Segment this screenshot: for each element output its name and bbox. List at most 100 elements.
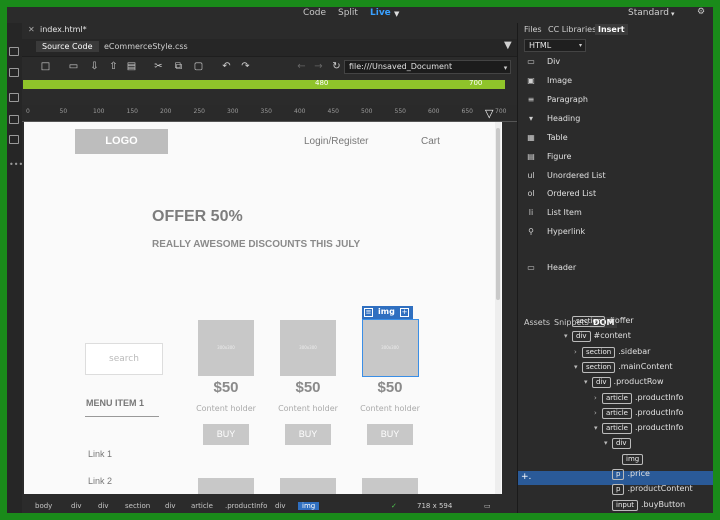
dom-node[interactable]: img bbox=[614, 453, 646, 465]
insert-item-image[interactable]: ▣ Image bbox=[524, 76, 572, 85]
download-icon[interactable]: ⇩ bbox=[89, 62, 100, 72]
insert-item-figure[interactable]: ▤ Figure bbox=[524, 152, 571, 161]
buy-button[interactable]: BUY bbox=[285, 424, 331, 445]
dom-node[interactable]: › article .productInfo bbox=[594, 392, 683, 404]
crumb-body[interactable]: body bbox=[35, 502, 52, 510]
tab-ecommercestyle-css[interactable]: eCommerceStyle.css bbox=[104, 42, 188, 51]
tab-cc-libraries[interactable]: CC Libraries bbox=[545, 24, 599, 35]
crumb-section[interactable]: section bbox=[125, 502, 150, 510]
copy-icon[interactable]: ⧉ bbox=[173, 62, 184, 72]
insert-item-header[interactable]: ▭ Header bbox=[524, 263, 576, 272]
insert-item-hyperlink[interactable]: ⚲ Hyperlink bbox=[524, 227, 585, 236]
workspace-chevron-icon[interactable]: ▾ bbox=[671, 10, 675, 18]
file-icon[interactable] bbox=[9, 47, 19, 56]
dom-node[interactable]: input .buyButton bbox=[604, 499, 685, 511]
code-view-button[interactable]: Code bbox=[303, 8, 326, 18]
forward-icon[interactable]: → bbox=[313, 62, 324, 72]
insert-item-div[interactable]: ▭ Div bbox=[524, 57, 560, 66]
undo-icon[interactable]: ↶ bbox=[221, 62, 232, 72]
dom-node[interactable]: › section .sidebar bbox=[574, 346, 650, 358]
collapse-icon[interactable] bbox=[9, 93, 19, 102]
login-register-link[interactable]: Login/Register bbox=[304, 136, 368, 147]
refresh-icon[interactable]: ↻ bbox=[331, 62, 342, 72]
live-view-button[interactable]: Live bbox=[370, 8, 391, 18]
dom-node[interactable]: section #offer bbox=[564, 316, 634, 327]
add-icon[interactable]: + bbox=[400, 308, 409, 317]
upload-icon[interactable]: ⇧ bbox=[108, 62, 119, 72]
canvas-scrollbar-thumb[interactable] bbox=[496, 128, 500, 300]
tab-assets[interactable]: Assets bbox=[521, 317, 553, 328]
window-size[interactable]: 718 x 594 bbox=[417, 502, 452, 510]
insert-category-chevron-icon[interactable]: ▾ bbox=[576, 41, 585, 50]
search-input[interactable]: search bbox=[85, 343, 163, 375]
crumb-img[interactable]: img bbox=[298, 502, 320, 510]
crumb-productinfo[interactable]: .productInfo bbox=[225, 502, 267, 510]
preview-icon[interactable]: ▭ bbox=[484, 502, 491, 510]
dom-node[interactable]: p .price bbox=[604, 469, 650, 480]
print-icon[interactable]: ▤ bbox=[126, 62, 137, 72]
product-image[interactable] bbox=[362, 478, 418, 494]
new-doc-icon[interactable]: □ bbox=[40, 62, 51, 72]
dom-node[interactable]: ▾ div bbox=[604, 438, 634, 450]
tab-files[interactable]: Files bbox=[521, 24, 545, 35]
back-icon[interactable]: ← bbox=[296, 62, 307, 72]
add-element-icon[interactable]: +. bbox=[521, 472, 531, 482]
expand-down-icon[interactable]: ▾ bbox=[564, 332, 572, 340]
expand-right-icon[interactable]: › bbox=[594, 409, 602, 417]
filter-icon[interactable]: ▼ bbox=[504, 40, 512, 51]
product-image[interactable]: 300x300 bbox=[280, 320, 336, 376]
paste-icon[interactable]: ▢ bbox=[193, 62, 204, 72]
cut-icon[interactable]: ✂ bbox=[153, 62, 164, 72]
expand-down-icon[interactable]: ▾ bbox=[584, 378, 592, 386]
crumb-article[interactable]: article bbox=[191, 502, 213, 510]
expand-down-icon[interactable]: ▾ bbox=[594, 424, 602, 432]
insert-item-table[interactable]: ▦ Table bbox=[524, 133, 567, 142]
crumb-div[interactable]: div bbox=[165, 502, 176, 510]
product-image[interactable]: 300x300 bbox=[198, 320, 254, 376]
product-image[interactable] bbox=[198, 478, 254, 494]
insert-item-heading[interactable]: ▾ Heading bbox=[524, 114, 580, 123]
tab-source-code[interactable]: Source Code bbox=[36, 41, 99, 52]
tab-index-html[interactable]: index.html* bbox=[40, 25, 87, 34]
expand-right-icon[interactable]: › bbox=[594, 394, 602, 402]
sidebar-link-2[interactable]: Link 2 bbox=[88, 476, 112, 486]
link-icon[interactable] bbox=[9, 68, 19, 77]
crumb-div[interactable]: div bbox=[98, 502, 109, 510]
crumb-div[interactable]: div bbox=[275, 502, 286, 510]
dom-node[interactable]: ▾ div #content bbox=[564, 331, 631, 343]
open-folder-icon[interactable]: ▭ bbox=[68, 62, 79, 72]
product-image[interactable] bbox=[280, 478, 336, 494]
split-view-button[interactable]: Split bbox=[338, 8, 358, 18]
format-icon[interactable] bbox=[9, 115, 19, 124]
dom-node[interactable]: › article .productInfo bbox=[594, 407, 683, 419]
dom-node[interactable]: ▾ article .productInfo bbox=[594, 423, 683, 435]
tab-insert[interactable]: Insert bbox=[595, 24, 628, 35]
live-view-canvas[interactable]: LOGO Login/Register Cart OFFER 50% REALL… bbox=[24, 122, 502, 494]
crumb-div[interactable]: div bbox=[71, 502, 82, 510]
media-query-range[interactable]: 480 700 bbox=[23, 79, 505, 89]
element-display-tag[interactable]: ≡ img + bbox=[362, 306, 413, 319]
menu-item-1[interactable]: MENU ITEM 1 bbox=[86, 398, 144, 408]
buy-button[interactable]: BUY bbox=[367, 424, 413, 445]
sync-icon[interactable] bbox=[9, 135, 19, 144]
url-input[interactable]: file:///Unsaved_Document bbox=[344, 60, 511, 74]
dom-node[interactable]: ▾ div .productRow bbox=[584, 377, 663, 389]
more-icon[interactable]: ••• bbox=[9, 160, 23, 169]
cart-link[interactable]: Cart bbox=[421, 136, 440, 147]
dom-node[interactable]: p .productContent bbox=[604, 484, 693, 496]
redo-icon[interactable]: ↷ bbox=[240, 62, 251, 72]
buy-button[interactable]: BUY bbox=[203, 424, 249, 445]
sidebar-link-1[interactable]: Link 1 bbox=[88, 449, 112, 459]
dom-node[interactable]: ▾ section .mainContent bbox=[574, 361, 673, 373]
close-icon[interactable]: ✕ bbox=[28, 25, 35, 34]
scrubber-handle-icon[interactable]: ▽ bbox=[485, 105, 501, 122]
expand-right-icon[interactable]: › bbox=[574, 348, 582, 356]
insert-item-paragraph[interactable]: ≡ Paragraph bbox=[524, 95, 588, 104]
insert-item-unordered-list[interactable]: ul Unordered List bbox=[524, 171, 605, 180]
insert-item-ordered-list[interactable]: ol Ordered List bbox=[524, 189, 596, 198]
gear-icon[interactable]: ⚙ bbox=[697, 7, 705, 17]
url-dropdown-chevron-icon[interactable]: ▾ bbox=[500, 63, 511, 73]
hamburger-icon[interactable]: ≡ bbox=[364, 308, 373, 317]
workspace-switcher[interactable]: Standard bbox=[628, 8, 669, 18]
expand-down-icon[interactable]: ▾ bbox=[604, 439, 612, 447]
